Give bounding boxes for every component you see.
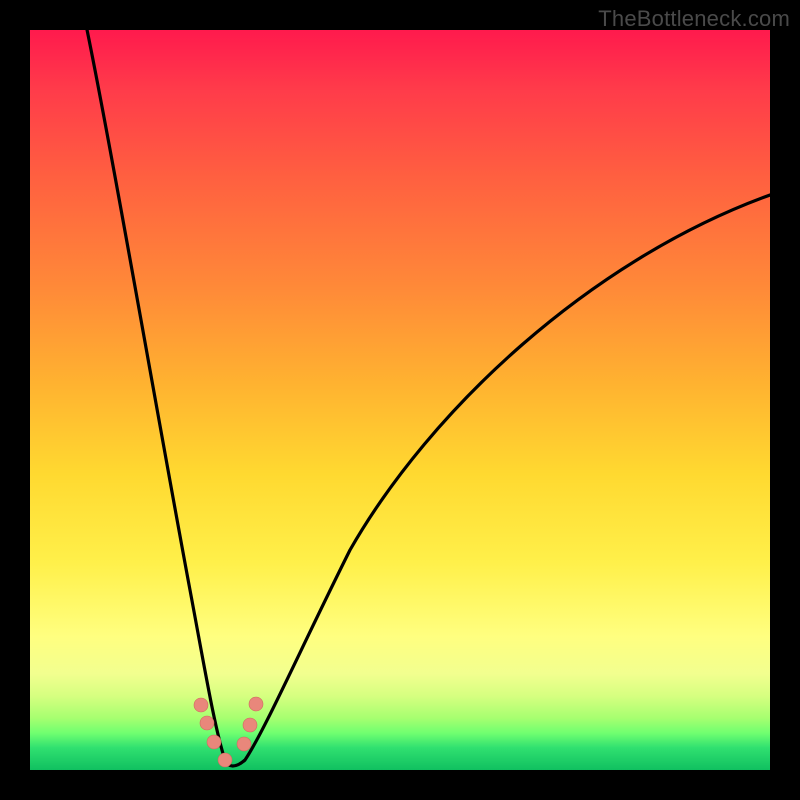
chart-outer-frame: TheBottleneck.com xyxy=(0,0,800,800)
trough-markers xyxy=(194,697,263,767)
watermark-text: TheBottleneck.com xyxy=(598,6,790,32)
bottleneck-curve xyxy=(85,30,770,766)
chart-plot-area xyxy=(30,30,770,770)
chart-svg xyxy=(30,30,770,770)
